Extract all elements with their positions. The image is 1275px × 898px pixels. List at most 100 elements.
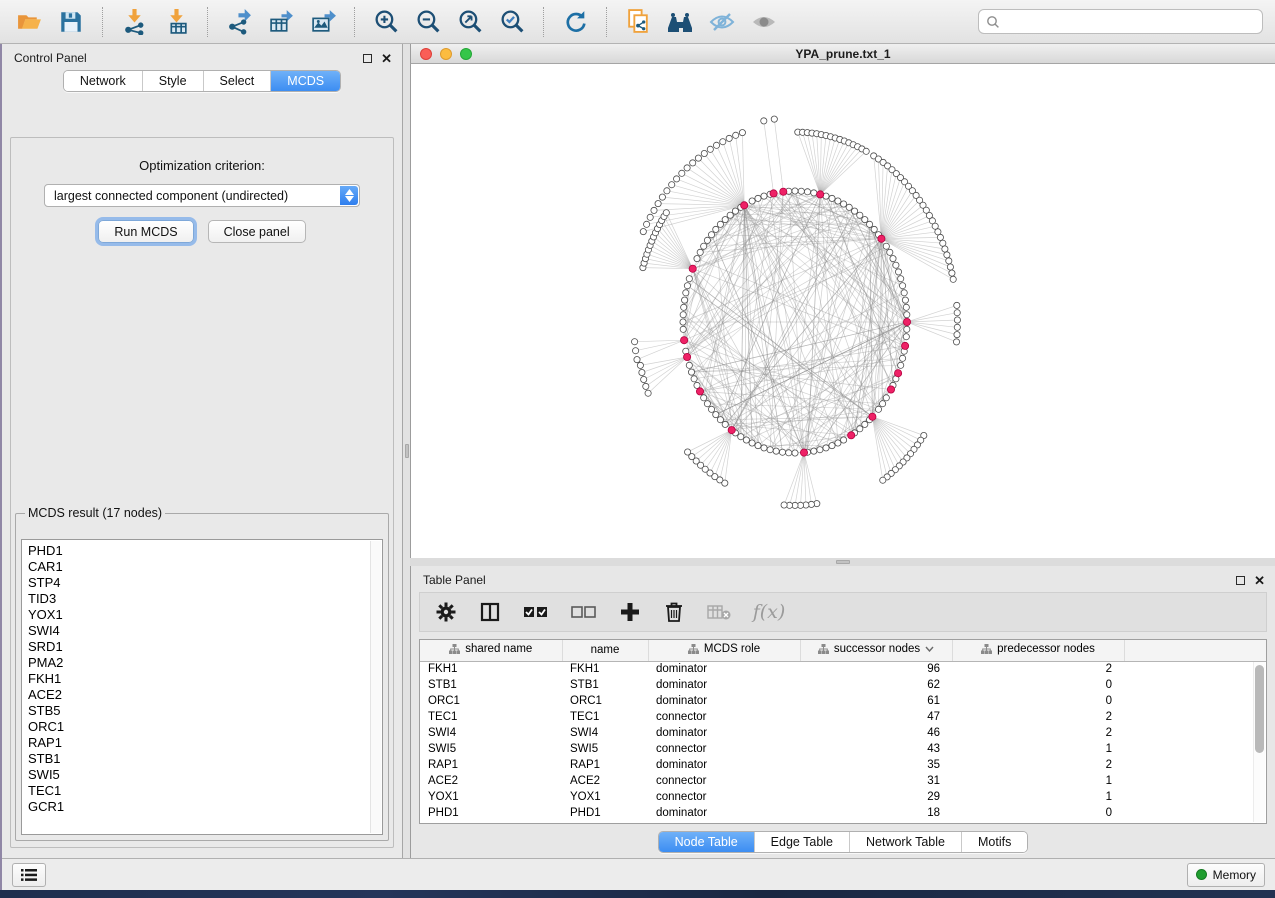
tab-motifs[interactable]: Motifs	[961, 832, 1027, 852]
mcds-result-list[interactable]: PHD1CAR1STP4TID3YOX1SWI4SRD1PMA2FKH1ACE2…	[21, 539, 383, 835]
zoom-out-icon[interactable]	[411, 5, 445, 39]
tab-style[interactable]: Style	[142, 71, 203, 91]
show-all-icon[interactable]	[747, 5, 781, 39]
table-row[interactable]: STB1STB1dominator620	[420, 677, 1266, 693]
float-panel-icon[interactable]	[363, 54, 372, 63]
float-panel-icon[interactable]	[1236, 576, 1245, 585]
mcds-result-item[interactable]: CAR1	[28, 559, 382, 575]
task-history-button[interactable]	[12, 863, 46, 887]
result-scrollbar[interactable]	[370, 541, 381, 833]
mcds-result-item[interactable]: ACE2	[28, 687, 382, 703]
horizontal-splitter[interactable]	[410, 558, 1275, 566]
mcds-result-item[interactable]: STB1	[28, 751, 382, 767]
table-row[interactable]: RAP1RAP1dominator352	[420, 757, 1266, 773]
mcds-result-item[interactable]: GCR1	[28, 799, 382, 815]
mcds-result-item[interactable]: FKH1	[28, 671, 382, 687]
table-body[interactable]: FKH1FKH1dominator962STB1STB1dominator620…	[420, 661, 1266, 821]
unselect-all-columns-icon[interactable]	[570, 600, 598, 624]
table-row[interactable]: PHD1PHD1dominator180	[420, 805, 1266, 821]
run-mcds-button[interactable]: Run MCDS	[98, 220, 193, 243]
show-columns-icon[interactable]	[478, 600, 502, 624]
table-row[interactable]: YOX1YOX1connector291	[420, 789, 1266, 805]
column-header-successor-nodes[interactable]: successor nodes	[800, 640, 952, 661]
toolbar-separator	[354, 7, 355, 37]
table-row[interactable]: TEC1TEC1connector472	[420, 709, 1266, 725]
search-field[interactable]	[978, 9, 1263, 34]
splitter-grip[interactable]	[836, 560, 850, 564]
mcds-result-item[interactable]: STB5	[28, 703, 382, 719]
tab-edge-table[interactable]: Edge Table	[754, 832, 849, 852]
tab-mcds[interactable]: MCDS	[270, 71, 340, 91]
close-window-icon[interactable]	[420, 48, 432, 60]
column-filler	[1124, 640, 1266, 661]
table-row[interactable]: ORC1ORC1dominator610	[420, 693, 1266, 709]
tab-node-table[interactable]: Node Table	[659, 832, 754, 852]
search-input[interactable]	[1005, 15, 1255, 29]
mcds-result-item[interactable]: ORC1	[28, 719, 382, 735]
mcds-result-item[interactable]: PMA2	[28, 655, 382, 671]
main-toolbar	[0, 0, 1275, 44]
memory-button[interactable]: Memory	[1187, 863, 1265, 887]
tab-select[interactable]: Select	[203, 71, 271, 91]
create-column-icon[interactable]	[618, 600, 642, 624]
table-row[interactable]: FKH1FKH1dominator962	[420, 661, 1266, 677]
zoom-in-icon[interactable]	[369, 5, 403, 39]
delete-column-icon[interactable]	[662, 600, 686, 624]
import-network-icon[interactable]	[117, 5, 151, 39]
optimization-criterion-select[interactable]: largest connected component (undirected)	[44, 184, 360, 207]
table-panel: Table Panel ✕	[410, 566, 1275, 858]
open-session-icon[interactable]	[12, 5, 46, 39]
list-icon	[21, 868, 37, 882]
network-window-titlebar[interactable]: YPA_prune.txt_1	[410, 44, 1275, 64]
column-header-predecessor-nodes[interactable]: predecessor nodes	[952, 640, 1124, 661]
mcds-result-item[interactable]: TID3	[28, 591, 382, 607]
save-session-icon[interactable]	[54, 5, 88, 39]
table-settings-icon[interactable]	[434, 600, 458, 624]
scrollbar-thumb[interactable]	[1255, 665, 1264, 753]
tree-icon	[981, 644, 992, 654]
refresh-icon[interactable]	[558, 5, 592, 39]
optimization-criterion-label: Optimization criterion:	[11, 158, 393, 173]
minimize-window-icon[interactable]	[440, 48, 452, 60]
table-row[interactable]: ACE2ACE2connector311	[420, 773, 1266, 789]
zoom-selected-icon[interactable]	[495, 5, 529, 39]
select-all-columns-icon[interactable]	[522, 600, 550, 624]
table-row[interactable]: SWI4SWI4dominator462	[420, 725, 1266, 741]
first-neighbors-icon[interactable]	[663, 5, 697, 39]
mcds-result-item[interactable]: TEC1	[28, 783, 382, 799]
tab-network-table[interactable]: Network Table	[849, 832, 961, 852]
control-panel-tabs: Network Style Select MCDS	[2, 70, 402, 92]
column-header-shared-name[interactable]: shared name	[420, 640, 562, 661]
column-header-name[interactable]: name	[562, 640, 648, 661]
vertical-splitter[interactable]	[403, 44, 410, 858]
network-graph[interactable]	[411, 64, 1275, 558]
network-canvas[interactable]	[410, 64, 1275, 558]
zoom-fit-icon[interactable]	[453, 5, 487, 39]
mcds-result-item[interactable]: SWI5	[28, 767, 382, 783]
import-table-icon[interactable]	[159, 5, 193, 39]
close-panel-icon[interactable]: ✕	[381, 54, 392, 63]
export-table-icon[interactable]	[264, 5, 298, 39]
toolbar-separator	[102, 7, 103, 37]
table-row[interactable]: SWI5SWI5connector431	[420, 741, 1266, 757]
export-network-icon[interactable]	[222, 5, 256, 39]
close-panel-icon[interactable]: ✕	[1254, 576, 1265, 585]
mcds-result-title: MCDS result (17 nodes)	[25, 506, 165, 520]
mcds-result-item[interactable]: SRD1	[28, 639, 382, 655]
status-bar: Memory	[2, 858, 1275, 890]
maximize-window-icon[interactable]	[460, 48, 472, 60]
hide-selected-icon[interactable]	[705, 5, 739, 39]
close-panel-button[interactable]: Close panel	[208, 220, 306, 243]
export-image-icon[interactable]	[306, 5, 340, 39]
mcds-result-item[interactable]: RAP1	[28, 735, 382, 751]
column-header-mcds-role[interactable]: MCDS role	[648, 640, 800, 661]
mcds-result-item[interactable]: PHD1	[28, 543, 382, 559]
mcds-tab-content: Optimization criterion: largest connecte…	[10, 137, 394, 848]
table-scrollbar[interactable]	[1253, 662, 1265, 822]
mcds-result-item[interactable]: YOX1	[28, 607, 382, 623]
clone-network-icon[interactable]	[621, 5, 655, 39]
splitter-grip[interactable]	[405, 444, 409, 458]
mcds-result-item[interactable]: STP4	[28, 575, 382, 591]
tab-network[interactable]: Network	[64, 71, 142, 91]
mcds-result-item[interactable]: SWI4	[28, 623, 382, 639]
